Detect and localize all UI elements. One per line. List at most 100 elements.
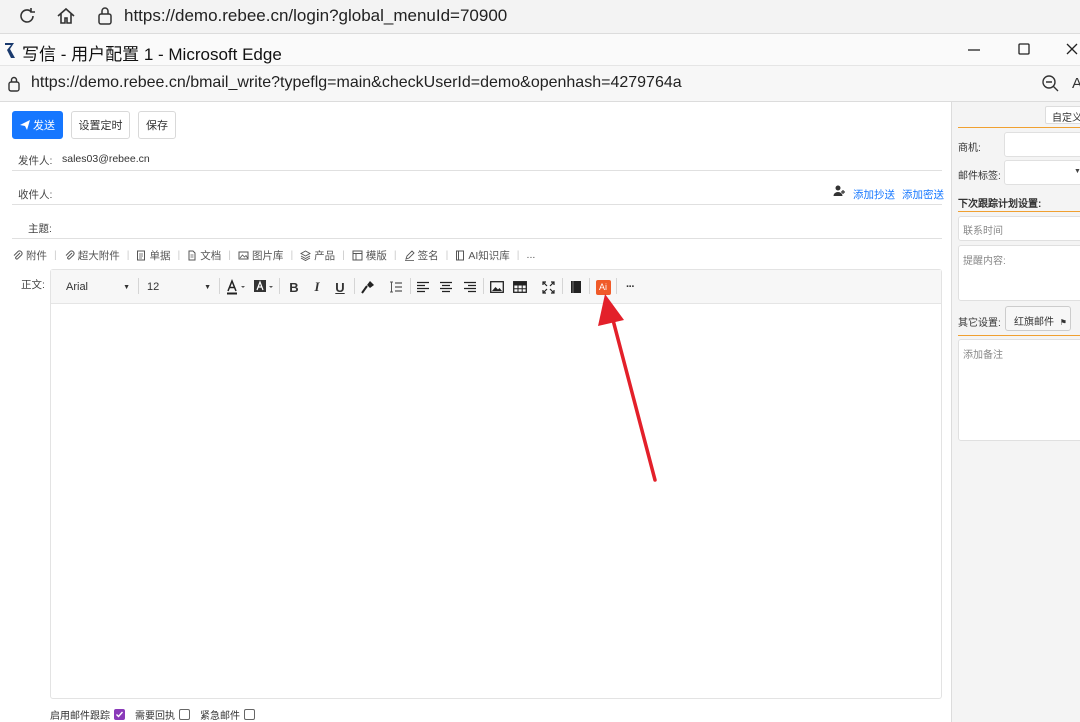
more-insert-button[interactable]: ... — [527, 249, 536, 261]
urgent-checkbox[interactable] — [244, 709, 255, 720]
source-code-icon[interactable] — [568, 278, 584, 296]
font-size-select[interactable]: 12 ▼ — [143, 278, 215, 296]
send-button[interactable]: 发送 — [12, 111, 63, 139]
fullscreen-icon[interactable] — [540, 278, 556, 296]
app-logo-icon — [3, 41, 17, 59]
window-title: 写信 - 用户配置 1 - Microsoft Edge — [22, 45, 282, 64]
format-painter-icon[interactable] — [360, 278, 376, 296]
insert-toolbar: 附件 | 超大附件 | 单据 | 文档 | 图片库 | 产品 | 模版 | 签名… — [12, 247, 535, 263]
receipt-checkbox[interactable] — [179, 709, 190, 720]
lock-icon — [95, 5, 115, 27]
divider — [12, 238, 942, 239]
recipient-label: 收件人: — [18, 189, 53, 201]
mail-tag-label: 邮件标签: — [958, 171, 1001, 182]
opportunity-label: 商机: — [958, 143, 981, 154]
tracking-label: 启用邮件跟踪 — [50, 711, 110, 722]
chevron-down-icon: ▼ — [1074, 168, 1080, 175]
highlight-color-icon[interactable] — [253, 278, 275, 296]
divider — [12, 204, 942, 205]
close-icon[interactable] — [1064, 40, 1080, 58]
layers-icon — [300, 249, 312, 261]
chevron-down-icon: ▼ — [123, 283, 130, 291]
product-button[interactable]: 产品 — [300, 248, 335, 263]
receipt-label: 需要回执 — [135, 711, 175, 722]
attachment-label: 附件 — [26, 249, 47, 262]
annotation-arrow — [598, 294, 657, 482]
recipient-input[interactable] — [60, 182, 820, 202]
insert-table-icon[interactable] — [512, 278, 528, 296]
align-center-icon[interactable] — [439, 278, 453, 296]
underline-icon[interactable]: U — [332, 278, 348, 296]
insert-image-icon[interactable] — [489, 278, 505, 296]
customize-button[interactable]: 自定义 — [1045, 106, 1080, 124]
other-settings-label: 其它设置: — [958, 318, 1001, 329]
contact-time-placeholder: 联系时间 — [963, 226, 1003, 237]
sender-label: 发件人: — [18, 155, 53, 167]
align-right-icon[interactable] — [463, 278, 477, 296]
minimize-icon[interactable] — [965, 40, 983, 58]
home-icon[interactable] — [55, 5, 77, 27]
signature-button[interactable]: 签名 — [404, 248, 439, 263]
large-attachment-button[interactable]: 超大附件 — [64, 248, 120, 263]
bold-icon[interactable]: B — [286, 278, 302, 296]
gallery-button[interactable]: 图片库 — [238, 248, 284, 263]
red-flag-label: 红旗邮件 — [1014, 317, 1054, 328]
file-label: 文档 — [200, 249, 222, 262]
editor-body[interactable] — [52, 306, 940, 696]
tracking-checkbox[interactable] — [114, 709, 125, 720]
pen-icon — [404, 249, 415, 261]
subject-label: 主题: — [28, 223, 52, 235]
document-list-label: 单据 — [149, 249, 171, 262]
subject-input[interactable] — [60, 216, 940, 236]
urgent-label: 紧急邮件 — [200, 711, 240, 722]
line-height-icon[interactable] — [388, 278, 404, 296]
font-color-icon[interactable] — [225, 278, 247, 296]
read-aloud-icon[interactable]: A — [1072, 75, 1080, 92]
red-flag-button[interactable]: 红旗邮件 ⚑ — [1005, 306, 1071, 331]
align-left-icon[interactable] — [416, 278, 430, 296]
send-icon — [20, 120, 30, 130]
receipt-icon — [137, 250, 146, 260]
paperclip-icon — [13, 250, 23, 260]
refresh-icon[interactable] — [16, 5, 38, 27]
add-cc-link[interactable]: 添加抄送 — [853, 187, 895, 202]
book-icon — [456, 250, 465, 260]
lock-icon — [6, 75, 22, 93]
italic-icon[interactable]: I — [309, 278, 325, 296]
reminder-placeholder: 提醒内容: — [963, 256, 1006, 267]
template-label: 模版 — [365, 249, 387, 262]
font-family-select[interactable]: Arial ▼ — [62, 278, 134, 296]
popup-url[interactable]: https://demo.rebee.cn/bmail_write?typefl… — [31, 74, 682, 92]
opportunity-input[interactable] — [1004, 132, 1080, 157]
gallery-label: 图片库 — [251, 249, 284, 262]
ai-knowledge-button[interactable]: AI知识库 — [455, 248, 510, 263]
sender-value[interactable]: sales03@rebee.cn — [62, 153, 150, 165]
attachment-button[interactable]: 附件 — [12, 248, 47, 263]
note-placeholder: 添加备注 — [963, 350, 1003, 361]
add-bcc-link[interactable]: 添加密送 — [902, 187, 944, 202]
outer-address-bar[interactable]: https://demo.rebee.cn/login?global_menuI… — [124, 6, 507, 26]
image-icon — [238, 251, 249, 259]
font-size-value: 12 — [147, 281, 160, 293]
zoom-out-icon[interactable] — [1040, 73, 1060, 93]
mail-options: 启用邮件跟踪 需要回执 紧急邮件 — [50, 707, 255, 722]
followup-heading: 下次跟踪计划设置: — [958, 199, 1042, 210]
paperclip-icon — [65, 250, 75, 260]
save-button[interactable]: 保存 — [138, 111, 176, 139]
mail-tag-select[interactable]: ▼ — [1004, 160, 1080, 185]
signature-label: 签名 — [417, 249, 439, 262]
divider — [12, 170, 942, 171]
maximize-icon[interactable] — [1015, 40, 1033, 58]
document-icon — [188, 250, 196, 260]
product-label: 产品 — [314, 249, 336, 262]
send-label: 发送 — [33, 120, 55, 132]
font-family-value: Arial — [66, 281, 89, 293]
body-label: 正文: — [21, 279, 45, 291]
template-button[interactable]: 模版 — [352, 248, 387, 263]
contacts-icon[interactable] — [833, 184, 846, 197]
file-button[interactable]: 文档 — [187, 248, 221, 263]
ai-knowledge-label: AI知识库 — [468, 249, 510, 262]
template-icon — [352, 250, 363, 260]
schedule-button[interactable]: 设置定时 — [71, 111, 130, 139]
document-list-button[interactable]: 单据 — [136, 248, 170, 263]
